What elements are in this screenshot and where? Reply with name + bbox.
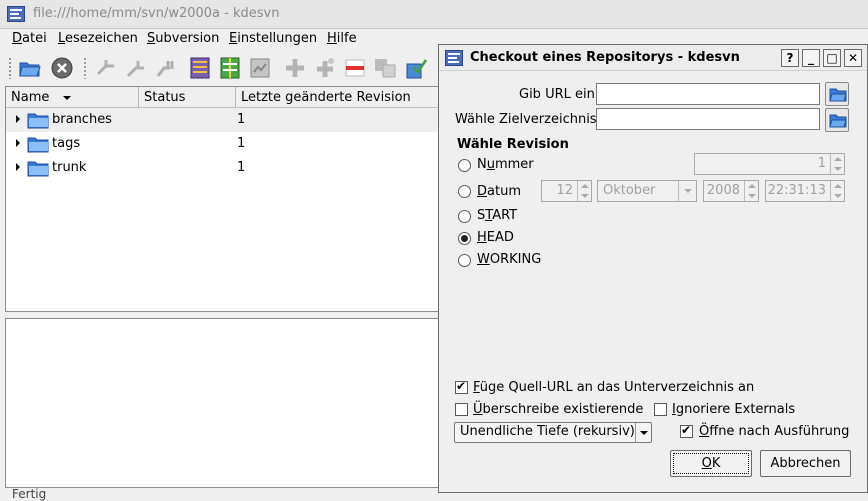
year-spinbox: 2008 — [703, 180, 759, 202]
target-dir-label: Wähle Zielverzeichnis: — [455, 112, 601, 127]
ignore-externals-label[interactable]: Ignoriere Externals — [672, 402, 795, 417]
dialog-title: Checkout eines Repositorys - kdesvn — [470, 50, 740, 65]
open-folder-icon[interactable] — [18, 56, 42, 80]
expand-arrow-icon[interactable] — [16, 139, 20, 147]
url-input[interactable] — [596, 83, 820, 105]
table-row[interactable]: tags 1 — [6, 132, 444, 156]
append-source-url-checkbox[interactable] — [455, 379, 468, 394]
radio-start-label[interactable]: START — [477, 208, 517, 223]
move-icon[interactable] — [373, 56, 397, 80]
expand-arrow-icon[interactable] — [16, 115, 20, 123]
overwrite-existing-label[interactable]: Überschreibe existierende — [473, 402, 643, 417]
add-icon[interactable] — [283, 56, 307, 80]
log-output-panel[interactable] — [5, 318, 445, 488]
browse-target-button[interactable] — [825, 108, 849, 132]
url-label: Gib URL ein: — [519, 87, 600, 102]
radio-working-label[interactable]: WORKING — [477, 252, 541, 267]
dropdown-arrow-icon — [678, 181, 696, 201]
info-icon[interactable] — [248, 56, 272, 80]
switch-icon[interactable] — [154, 56, 178, 80]
menu-hilfe[interactable]: Hilfe — [327, 31, 357, 46]
open-after-checkbox[interactable] — [680, 423, 693, 438]
list-header: Name Status Letzte geänderte Revision — [6, 87, 444, 108]
open-after-label[interactable]: Öffne nach Ausführung — [699, 424, 849, 439]
menu-lesezeichen[interactable]: Lesezeichen — [58, 31, 138, 46]
ok-button[interactable]: OK — [670, 450, 752, 477]
spin-arrows-icon — [744, 181, 758, 201]
time-spinbox: 22:31:13 — [765, 180, 845, 202]
main-window-titlebar: file:///home/mm/svn/w2000a - kdesvn — [0, 0, 868, 29]
column-header-status[interactable]: Status — [138, 87, 235, 108]
maximize-button[interactable]: □ — [823, 49, 841, 67]
column-header-revision[interactable]: Letzte geänderte Revision — [235, 87, 446, 108]
expand-arrow-icon[interactable] — [16, 163, 20, 171]
column-header-name[interactable]: Name — [6, 87, 138, 108]
spin-arrows-icon — [830, 181, 844, 201]
statusbar-text: Fertig — [12, 487, 47, 501]
folder-icon — [27, 113, 49, 129]
minimize-button[interactable]: _ — [802, 49, 820, 67]
radio-date-label[interactable]: Datum — [477, 184, 521, 199]
folder-icon — [27, 137, 49, 153]
month-combobox: Oktober — [597, 180, 697, 202]
menu-subversion[interactable]: Subversion — [147, 31, 219, 46]
radio-number[interactable] — [458, 159, 471, 172]
dropdown-arrow-icon — [635, 423, 651, 442]
close-button[interactable]: ✕ — [844, 49, 862, 67]
cancel-button[interactable]: Abbrechen — [760, 450, 851, 477]
toolbar-handle[interactable] — [8, 57, 12, 79]
log-icon[interactable] — [188, 56, 212, 80]
row-name: trunk — [52, 160, 87, 175]
toolbar-separator — [83, 57, 87, 79]
add-recursive-icon[interactable] — [313, 56, 337, 80]
sort-descending-icon — [63, 96, 71, 100]
revision-number-spinbox: 1 — [694, 153, 845, 175]
menu-datei[interactable]: Datei — [12, 31, 47, 46]
window-title: file:///home/mm/svn/w2000a - kdesvn — [33, 6, 280, 21]
spin-arrows-icon — [830, 154, 844, 174]
kdesvn-app-icon — [445, 50, 463, 66]
merge-icon[interactable] — [94, 56, 118, 80]
radio-head[interactable] — [458, 232, 471, 245]
open-folder-icon — [829, 114, 847, 128]
day-spinbox: 12 — [541, 180, 592, 202]
browse-url-button[interactable] — [825, 82, 849, 106]
kdesvn-app-icon — [7, 6, 25, 22]
row-revision: 1 — [237, 136, 246, 151]
table-row[interactable]: branches 1 — [6, 108, 444, 132]
target-dir-input[interactable] — [596, 108, 820, 130]
append-source-url-label[interactable]: Füge Quell-URL an das Unterverzeichnis a… — [473, 380, 754, 395]
open-folder-icon — [829, 88, 847, 102]
spin-arrows-icon — [577, 181, 591, 201]
close-icon[interactable] — [50, 56, 74, 80]
radio-date[interactable] — [458, 185, 471, 198]
radio-start[interactable] — [458, 210, 471, 223]
checkout-dialog: Checkout eines Repositorys - kdesvn ? _ … — [438, 44, 868, 493]
radio-working[interactable] — [458, 254, 471, 267]
ignore-externals-checkbox[interactable] — [654, 403, 667, 416]
repository-file-list[interactable]: Name Status Letzte geänderte Revision br… — [5, 86, 445, 312]
radio-number-label[interactable]: Nummer — [477, 157, 534, 172]
table-row[interactable]: trunk 1 — [6, 156, 444, 180]
dialog-titlebar[interactable]: Checkout eines Repositorys - kdesvn ? _ … — [439, 45, 867, 71]
diff-icon[interactable] — [218, 56, 242, 80]
folder-icon — [27, 161, 49, 177]
menu-einstellungen[interactable]: Einstellungen — [229, 31, 317, 46]
help-button[interactable]: ? — [781, 49, 799, 67]
row-revision: 1 — [237, 160, 246, 175]
overwrite-existing-checkbox[interactable] — [455, 403, 468, 416]
radio-head-label[interactable]: HEAD — [477, 230, 514, 245]
commit-icon[interactable] — [404, 56, 428, 80]
row-revision: 1 — [237, 112, 246, 127]
row-name: tags — [52, 136, 81, 151]
revision-section-title: Wähle Revision — [457, 137, 569, 152]
merge2-icon[interactable] — [124, 56, 148, 80]
depth-combobox[interactable]: Unendliche Tiefe (rekursiv) — [454, 422, 652, 443]
delete-icon[interactable] — [343, 56, 367, 80]
row-name: branches — [52, 112, 112, 127]
